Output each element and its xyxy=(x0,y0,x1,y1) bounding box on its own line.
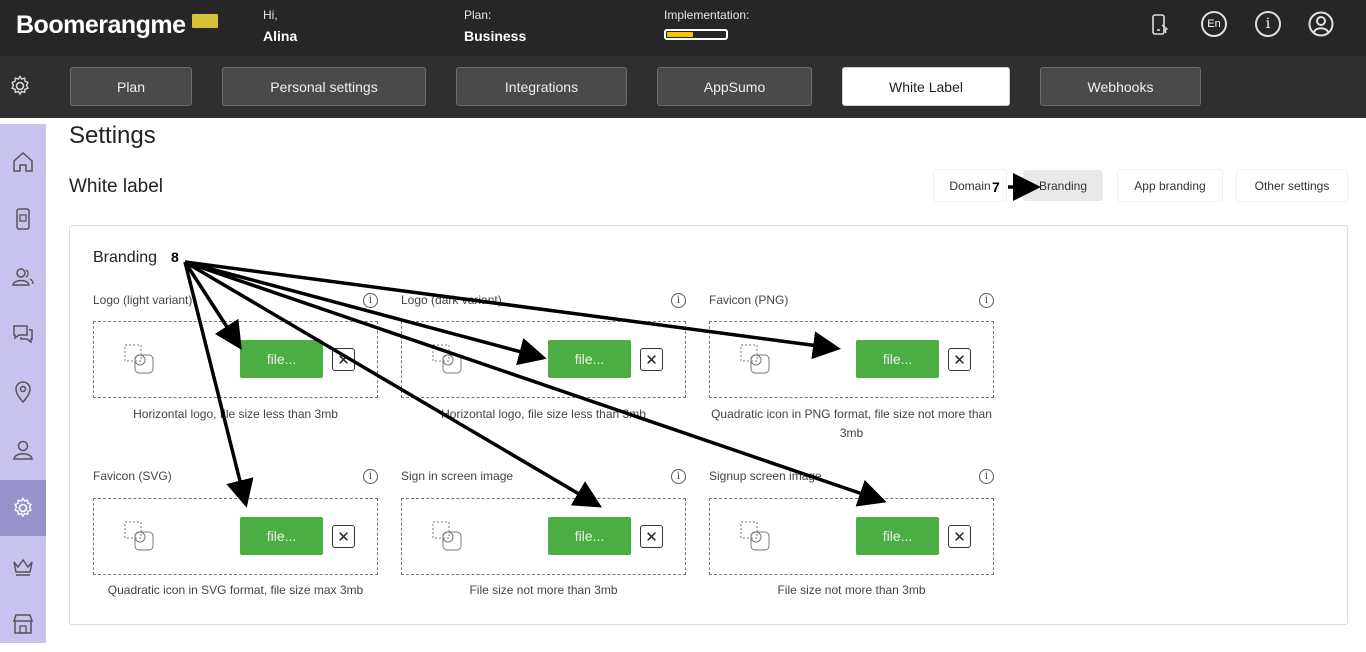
greeting-block: Hi, Alina xyxy=(263,8,297,44)
implementation-label: Implementation: xyxy=(664,8,750,22)
sidebar-card-icon[interactable] xyxy=(0,191,46,247)
image-placeholder-icon xyxy=(124,344,154,374)
sidebar-customers-icon[interactable] xyxy=(0,249,46,305)
image-placeholder-icon xyxy=(432,521,462,551)
sidebar xyxy=(0,124,46,643)
file-button[interactable]: file... xyxy=(548,517,631,555)
field-hint: Horizontal logo, file size less than 3mb xyxy=(133,407,338,421)
field-label: Favicon (SVG) xyxy=(93,469,172,483)
greeting-label: Hi, xyxy=(263,8,278,22)
top-bar: Boomerangme Hi, Alina Plan: Business Imp… xyxy=(0,0,1366,56)
field-hint: Horizontal logo, file size less than 3mb xyxy=(441,407,646,421)
clear-button[interactable]: ✕ xyxy=(640,348,663,371)
clear-button[interactable]: ✕ xyxy=(948,348,971,371)
upload-dropzone[interactable]: file... ✕ xyxy=(93,498,378,575)
plan-value: Business xyxy=(464,28,527,44)
annotation-step-7: 7 xyxy=(992,179,1000,195)
language-label: En xyxy=(1207,18,1221,30)
implementation-block: Implementation: xyxy=(664,8,749,22)
sidebar-crown-icon[interactable] xyxy=(0,538,46,594)
tab-integrations[interactable]: Integrations xyxy=(456,67,627,106)
file-button[interactable]: file... xyxy=(240,517,323,555)
image-placeholder-icon xyxy=(124,521,154,551)
logo-badge xyxy=(192,14,218,28)
sidebar-location-icon[interactable] xyxy=(0,364,46,420)
upload-dropzone[interactable]: file... ✕ xyxy=(93,321,378,398)
sidebar-chat-icon[interactable] xyxy=(0,306,46,362)
language-icon[interactable]: En xyxy=(1201,11,1227,37)
info-icon[interactable]: i xyxy=(363,469,378,484)
sidebar-home-icon[interactable] xyxy=(0,134,46,190)
info-icon[interactable]: i xyxy=(1255,11,1281,37)
field-hint: File size not more than 3mb xyxy=(777,583,926,597)
settings-tabs-bar: Plan Personal settings Integrations AppS… xyxy=(0,56,1366,118)
plan-block: Plan: Business xyxy=(464,8,526,44)
subtab-branding[interactable]: Branding xyxy=(1023,170,1103,201)
info-icon[interactable]: i xyxy=(979,293,994,308)
clear-button[interactable]: ✕ xyxy=(332,348,355,371)
plan-label: Plan: xyxy=(464,8,492,22)
tab-plan[interactable]: Plan xyxy=(70,67,192,106)
branding-title: Branding xyxy=(93,249,158,266)
upload-dropzone[interactable]: file... ✕ xyxy=(709,321,994,398)
profile-icon[interactable] xyxy=(1308,11,1334,37)
info-icon[interactable]: i xyxy=(671,469,686,484)
field-label: Favicon (PNG) xyxy=(709,293,789,307)
info-icon[interactable]: i xyxy=(671,293,686,308)
sidebar-settings-icon[interactable] xyxy=(0,480,46,536)
tab-white-label[interactable]: White Label xyxy=(842,67,1010,106)
phone-icon[interactable] xyxy=(1148,13,1170,37)
implementation-progress-bar xyxy=(664,29,728,40)
app-logo[interactable]: Boomerangme xyxy=(16,11,186,40)
file-button[interactable]: file... xyxy=(548,340,631,378)
upload-dropzone[interactable]: file... ✕ xyxy=(709,498,994,575)
sidebar-user-icon[interactable] xyxy=(0,422,46,478)
field-label: Logo (dark variant) xyxy=(401,293,502,307)
tab-webhooks[interactable]: Webhooks xyxy=(1040,67,1201,106)
field-label: Sign in screen image xyxy=(401,469,514,483)
field-label: Signup screen image xyxy=(709,469,822,483)
info-icon[interactable]: i xyxy=(363,293,378,308)
section-title: White label xyxy=(69,176,163,197)
field-label: Logo (light variant) xyxy=(93,293,193,307)
tab-personal-settings[interactable]: Personal settings xyxy=(222,67,426,106)
file-button[interactable]: file... xyxy=(856,517,939,555)
field-hint: Quadratic icon in PNG format, file size … xyxy=(711,407,992,440)
upload-dropzone[interactable]: file... ✕ xyxy=(401,498,686,575)
annotation-step-8: 8 xyxy=(171,249,179,265)
sidebar-store-icon[interactable] xyxy=(0,596,46,652)
upload-dropzone[interactable]: file... ✕ xyxy=(401,321,686,398)
clear-button[interactable]: ✕ xyxy=(948,525,971,548)
file-button[interactable]: file... xyxy=(240,340,323,378)
file-button[interactable]: file... xyxy=(856,340,939,378)
image-placeholder-icon xyxy=(740,521,770,551)
tab-appsumo[interactable]: AppSumo xyxy=(657,67,812,106)
page-title: Settings xyxy=(69,122,156,149)
implementation-progress-fill xyxy=(667,32,693,37)
info-icon[interactable]: i xyxy=(979,469,994,484)
user-name: Alina xyxy=(263,28,298,44)
field-hint: File size not more than 3mb xyxy=(469,583,618,597)
clear-button[interactable]: ✕ xyxy=(332,525,355,548)
subtab-other-settings[interactable]: Other settings xyxy=(1237,170,1347,201)
settings-gear-icon[interactable] xyxy=(8,74,32,98)
field-hint: Quadratic icon in SVG format, file size … xyxy=(107,583,364,597)
clear-button[interactable]: ✕ xyxy=(640,525,663,548)
image-placeholder-icon xyxy=(432,344,462,374)
subtab-app-branding[interactable]: App branding xyxy=(1118,170,1222,201)
image-placeholder-icon xyxy=(740,344,770,374)
